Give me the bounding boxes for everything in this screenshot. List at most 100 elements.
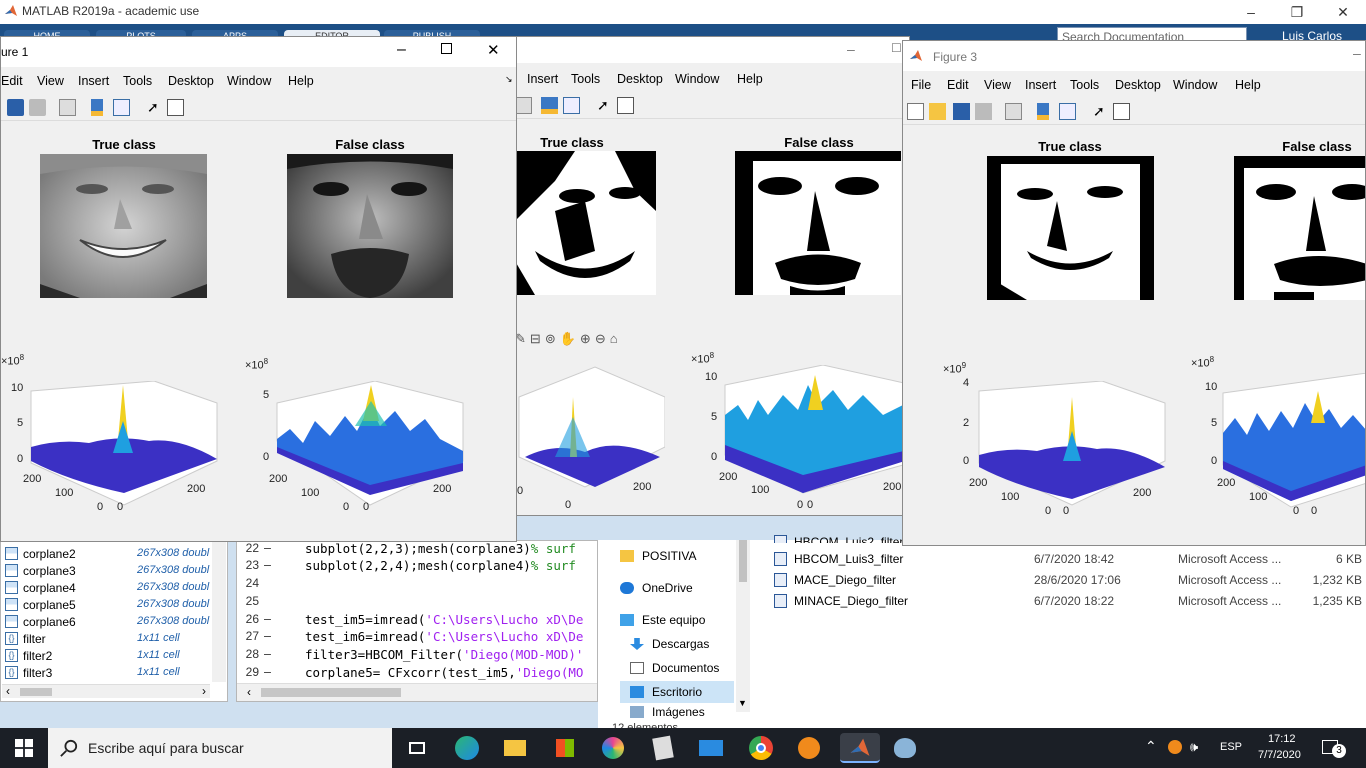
menu-window[interactable]: Window — [1173, 78, 1217, 92]
menu-tools[interactable]: Tools — [571, 72, 600, 86]
file-row[interactable]: MINACE_Diego_filter 6/7/2020 18:22 Microso… — [774, 592, 1364, 612]
breakpoint-marker[interactable]: – — [264, 558, 271, 572]
maximize-button[interactable]: ☐ — [891, 41, 902, 55]
code-line[interactable]: 24 — [237, 576, 597, 592]
nav-item-imagenes[interactable]: Imágenes — [630, 705, 705, 719]
menu-window[interactable]: Window — [675, 72, 719, 86]
breakpoint-marker[interactable]: – — [264, 541, 271, 555]
figure1-titlebar[interactable]: ure 1 – ✕ — [1, 37, 516, 67]
figure2-titlebar[interactable]: – ☐ — [501, 37, 909, 63]
legend-icon[interactable] — [563, 97, 580, 114]
file-row[interactable]: MACE_Diego_filter 28/6/2020 17:06 Microsof… — [774, 571, 1364, 591]
paint-icon[interactable] — [890, 733, 920, 763]
store-icon[interactable] — [550, 733, 580, 763]
scroll-left-icon[interactable]: ‹ — [6, 684, 10, 698]
menu-insert[interactable]: Insert — [78, 74, 109, 88]
minimize-button[interactable]: – — [1228, 0, 1274, 24]
datatip-icon[interactable]: ⊟ — [530, 331, 545, 346]
workspace-horizontal-scrollbar[interactable]: ‹ › — [2, 684, 210, 698]
legend-icon[interactable] — [113, 99, 130, 116]
restore-button[interactable]: ❐ — [1274, 0, 1320, 24]
workspace-row[interactable]: {} filter 1x11 cell — [1, 631, 213, 648]
workspace-row[interactable]: corplane4 267x308 doubl — [1, 580, 213, 597]
print-preview-icon[interactable] — [59, 99, 76, 116]
nav-item-este-equipo[interactable]: Este equipo — [620, 609, 705, 631]
close-button[interactable]: ✕ — [1320, 0, 1366, 24]
print-icon[interactable] — [29, 99, 46, 116]
code-editor[interactable]: 22– subplot(2,2,3);mesh(corplane3)% surf … — [236, 540, 598, 702]
workspace-row[interactable]: corplane2 267x308 doubl — [1, 546, 213, 563]
print-icon[interactable] — [975, 103, 992, 120]
nav-scrollbar[interactable]: ▼ — [736, 540, 750, 712]
menu-insert[interactable]: Insert — [1025, 78, 1056, 92]
pan-icon[interactable]: ✋ — [560, 331, 580, 346]
menu-desktop[interactable]: Desktop — [168, 74, 214, 88]
workspace-vertical-scrollbar[interactable] — [212, 540, 226, 682]
breakpoint-marker[interactable]: – — [264, 629, 271, 643]
figure3-titlebar[interactable]: Figure 3 – — [903, 41, 1365, 71]
nav-item-onedrive[interactable]: OneDrive — [620, 577, 693, 599]
notepad-icon[interactable] — [648, 733, 678, 763]
show-hidden-icons-icon[interactable]: ⌃ — [1145, 738, 1157, 755]
code-line[interactable]: 26– test_im5=imread('C:\Users\Lucho xD\De — [237, 612, 597, 628]
cursor-icon[interactable]: ➚ — [1093, 103, 1110, 120]
figure2-window[interactable]: – ☐ Insert Tools Desktop Window Help ➚ T… — [500, 36, 910, 516]
menu-desktop[interactable]: Desktop — [617, 72, 663, 86]
file-row[interactable]: HBCOM_Luis3_filter 6/7/2020 18:42 Microsof… — [774, 550, 1364, 570]
print-preview-icon[interactable] — [515, 97, 532, 114]
breakpoint-marker[interactable]: – — [264, 647, 271, 661]
print-preview-icon[interactable] — [1005, 103, 1022, 120]
minimize-button[interactable]: – — [847, 41, 855, 57]
clock-time[interactable]: 17:12 — [1268, 733, 1296, 745]
settings-gear-icon[interactable] — [794, 733, 824, 763]
property-inspector-icon[interactable] — [617, 97, 634, 114]
volume-icon[interactable]: 🕪 — [1190, 739, 1198, 755]
workspace-row[interactable]: {} filter2 1x11 cell — [1, 648, 213, 665]
brush-icon[interactable]: ✎ — [515, 331, 530, 346]
code-line[interactable]: 28– filter3=HBCOM_Filter('Diego(MOD-MOD)' — [237, 647, 597, 663]
menu-help[interactable]: Help — [737, 72, 763, 86]
property-inspector-icon[interactable] — [167, 99, 184, 116]
scroll-left-icon[interactable]: ‹ — [247, 685, 251, 699]
open-file-icon[interactable] — [929, 103, 946, 120]
start-button[interactable] — [0, 728, 48, 768]
menu-edit[interactable]: Edit — [1, 74, 23, 88]
edge-icon[interactable] — [452, 733, 482, 763]
cursor-icon[interactable]: ➚ — [597, 97, 614, 114]
scroll-thumb[interactable] — [261, 688, 401, 697]
menu-tools[interactable]: Tools — [1070, 78, 1099, 92]
scroll-right-icon[interactable]: › — [202, 684, 206, 698]
menu-file[interactable]: File — [911, 78, 931, 92]
minimize-button[interactable]: – — [1353, 45, 1361, 61]
workspace-row[interactable]: corplane6 267x308 doubl — [1, 614, 213, 631]
nav-item-documentos[interactable]: Documentos — [630, 657, 719, 679]
zoom-in-icon[interactable]: ⊕ — [580, 331, 595, 346]
axes-toolbar[interactable]: ✎⊟⊚✋⊕⊖⌂ — [515, 331, 622, 347]
menu-window[interactable]: Window — [227, 74, 271, 88]
clock-date[interactable]: 7/7/2020 — [1258, 749, 1301, 761]
rotate-icon[interactable]: ⊚ — [545, 331, 560, 346]
workspace-row[interactable]: corplane5 267x308 doubl — [1, 597, 213, 614]
menu-overflow-icon[interactable]: ↘ — [505, 74, 513, 85]
notification-center-icon[interactable]: 3 — [1320, 738, 1346, 758]
close-button[interactable]: ✕ — [487, 41, 500, 59]
paint-3d-icon[interactable] — [598, 733, 628, 763]
nav-item-descargas[interactable]: Descargas — [630, 633, 709, 655]
menu-help[interactable]: Help — [288, 74, 314, 88]
maximize-button[interactable] — [441, 43, 452, 54]
code-line[interactable]: 29– corplane5= CFxcorr(test_im5,'Diego(MO — [237, 665, 597, 681]
chrome-icon[interactable] — [746, 733, 776, 763]
menu-edit[interactable]: Edit — [947, 78, 969, 92]
taskbar-search-box[interactable]: Escribe aquí para buscar — [48, 728, 392, 768]
code-line[interactable]: 27– test_im6=imread('C:\Users\Lucho xD\De — [237, 629, 597, 645]
save-icon[interactable] — [953, 103, 970, 120]
colorbar-icon[interactable] — [541, 97, 558, 114]
colorbar-icon[interactable] — [91, 99, 103, 116]
language-indicator[interactable]: ESP — [1220, 741, 1242, 753]
new-figure-icon[interactable] — [907, 103, 924, 120]
matlab-taskbar-icon[interactable] — [840, 733, 880, 763]
scroll-thumb[interactable] — [20, 688, 52, 696]
scroll-down-icon[interactable]: ▼ — [738, 698, 747, 708]
tray-app-icon[interactable] — [1168, 740, 1182, 754]
menu-desktop[interactable]: Desktop — [1115, 78, 1161, 92]
